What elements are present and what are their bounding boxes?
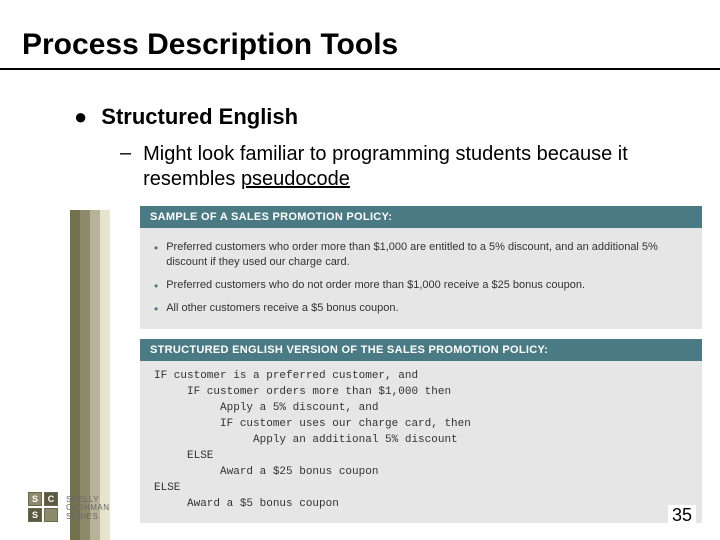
policy-item-text: All other customers receive a $5 bonus c… (166, 301, 398, 316)
bullet-level1: ● Structured English (0, 70, 720, 138)
policy-item: • Preferred customers who do not order mo… (154, 274, 688, 297)
sub-bullet-prefix: Might look familiar to programming stude… (143, 143, 628, 190)
bullet-level2: – Might look familiar to programming stu… (0, 138, 720, 206)
bullet-icon: • (154, 280, 158, 292)
panel2-body: IF customer is a preferred customer, and… (140, 361, 702, 522)
slide-content: Process Description Tools ● Structured E… (0, 0, 720, 523)
policy-item: • Preferred customers who order more than… (154, 236, 688, 274)
bullet-text: Structured English (101, 104, 298, 130)
bullet-marker-icon: ● (74, 104, 87, 130)
policy-item: • All other customers receive a $5 bonus … (154, 297, 688, 320)
sub-bullet-marker-icon: – (120, 142, 131, 165)
logo-text: SHELLY CASHMAN SERIES (66, 496, 110, 522)
sub-bullet-underlined: pseudocode (241, 168, 350, 190)
publisher-logo: S C S SHELLY CASHMAN SERIES (28, 492, 110, 522)
slide-title: Process Description Tools (0, 0, 720, 68)
policy-item-text: Preferred customers who order more than … (166, 240, 688, 270)
logo-icon: S C S (28, 492, 58, 522)
bullet-icon: • (154, 303, 158, 315)
policy-sample-panel: SAMPLE OF A SALES PROMOTION POLICY: • Pre… (140, 206, 702, 329)
panel2-header: STRUCTURED ENGLISH VERSION OF THE SALES … (140, 339, 702, 361)
structured-english-panel: STRUCTURED ENGLISH VERSION OF THE SALES … (140, 339, 702, 522)
logo-line3: SERIES (66, 513, 110, 522)
page-number: 35 (668, 505, 696, 526)
panel1-body: • Preferred customers who order more than… (140, 228, 702, 329)
bullet-icon: • (154, 242, 158, 254)
sub-bullet-text: Might look familiar to programming stude… (143, 142, 660, 192)
panel1-header: SAMPLE OF A SALES PROMOTION POLICY: (140, 206, 702, 228)
policy-item-text: Preferred customers who do not order mor… (166, 278, 585, 293)
structured-english-code: IF customer is a preferred customer, and… (154, 369, 688, 512)
